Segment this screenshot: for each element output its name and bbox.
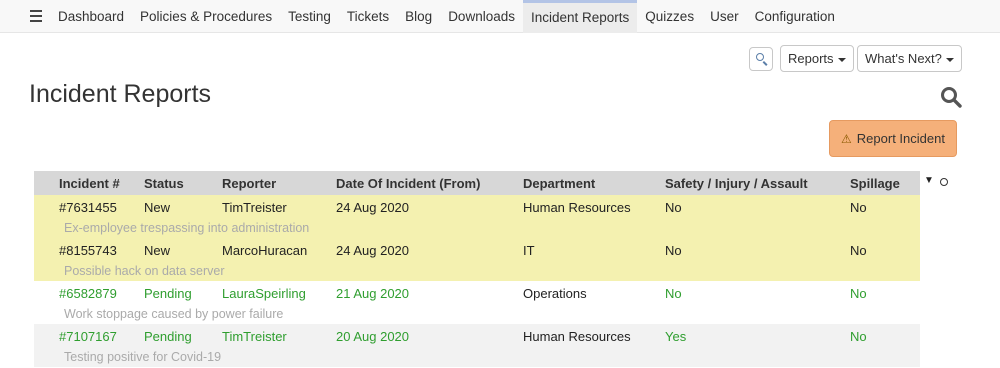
nav-item-user[interactable]: User	[702, 0, 747, 33]
incident-spillage: No	[850, 200, 867, 215]
incident-description: Work stoppage caused by power failure	[64, 307, 284, 321]
incident-id[interactable]: #7631455	[59, 200, 117, 215]
incident-reporter: TimTreister	[222, 200, 287, 215]
incident-department: Human Resources	[523, 329, 631, 344]
nav-menu: Dashboard Policies & Procedures Testing …	[50, 0, 843, 33]
column-header-incident[interactable]: Incident #	[59, 176, 120, 191]
incident-status: Pending	[144, 329, 192, 344]
incident-status: Pending	[144, 286, 192, 301]
reports-dropdown-button[interactable]: Reports	[780, 45, 854, 72]
incident-description: Testing positive for Covid-19	[64, 350, 222, 364]
warning-icon: ⚠	[841, 132, 852, 146]
incident-description: Ex-employee trespassing into administrat…	[64, 221, 310, 235]
search-button[interactable]	[749, 47, 773, 71]
column-header-reporter[interactable]: Reporter	[222, 176, 276, 191]
report-incident-label: Report Incident	[856, 131, 945, 146]
caret-down-icon	[837, 57, 846, 62]
column-header-safety[interactable]: Safety / Injury / Assault	[665, 176, 808, 191]
incident-spillage: No	[850, 286, 867, 301]
page-title: Incident Reports	[29, 80, 212, 108]
incident-spillage: No	[850, 243, 867, 258]
incident-department: Human Resources	[523, 200, 631, 215]
caret-down-icon	[945, 57, 954, 62]
nav-item-dashboard[interactable]: Dashboard	[50, 0, 132, 33]
nav-item-quizzes[interactable]: Quizzes	[637, 0, 702, 33]
table-row[interactable]: #7631455 New TimTreister 24 Aug 2020 Hum…	[34, 195, 920, 238]
incident-department: IT	[523, 243, 535, 258]
incident-safety: Yes	[665, 329, 687, 344]
nav-item-configuration[interactable]: Configuration	[747, 0, 843, 33]
incident-date: 20 Aug 2020	[336, 329, 410, 344]
table-row[interactable]: #8155743 New MarcoHuracan 24 Aug 2020 IT…	[34, 238, 920, 281]
column-header-date[interactable]: Date Of Incident (From)	[336, 176, 480, 191]
nav-item-policies-procedures[interactable]: Policies & Procedures	[132, 0, 280, 33]
column-header-status[interactable]: Status	[144, 176, 184, 191]
incident-safety: No	[665, 286, 682, 301]
incident-description: Possible hack on data server	[64, 264, 225, 278]
incident-reporter: MarcoHuracan	[222, 243, 308, 258]
column-settings-circle-icon[interactable]	[940, 178, 948, 186]
incident-id[interactable]: #7107167	[59, 329, 117, 344]
incident-date: 21 Aug 2020	[336, 286, 410, 301]
whats-next-dropdown-button[interactable]: What's Next?	[857, 45, 962, 72]
nav-item-downloads[interactable]: Downloads	[440, 0, 523, 33]
incident-status: New	[144, 243, 171, 258]
nav-item-blog[interactable]: Blog	[397, 0, 440, 33]
column-header-spillage[interactable]: Spillage	[850, 176, 900, 191]
nav-item-tickets[interactable]: Tickets	[339, 0, 397, 33]
report-incident-button[interactable]: ⚠ Report Incident	[829, 120, 957, 157]
sort-triangle-icon[interactable]: ▼	[924, 175, 934, 186]
reports-dropdown-label: Reports	[788, 51, 834, 66]
search-icon	[756, 53, 764, 61]
incident-department: Operations	[523, 286, 587, 301]
nav-item-testing[interactable]: Testing	[280, 0, 339, 33]
incident-reporter: TimTreister	[222, 329, 287, 344]
whats-next-dropdown-label: What's Next?	[865, 51, 942, 66]
incident-safety: No	[665, 200, 682, 215]
incident-spillage: No	[850, 329, 867, 344]
nav-item-incident-reports[interactable]: Incident Reports	[522, 0, 638, 33]
table-row[interactable]: #7107167 Pending TimTreister 20 Aug 2020…	[34, 324, 920, 367]
column-options: ▼	[922, 175, 952, 189]
incident-id[interactable]: #8155743	[59, 243, 117, 258]
top-navbar: Dashboard Policies & Procedures Testing …	[0, 0, 1000, 33]
incident-safety: No	[665, 243, 682, 258]
incident-reporter: LauraSpeirling	[222, 286, 306, 301]
search-magnifier-icon[interactable]	[940, 86, 962, 108]
hamburger-menu-icon[interactable]	[30, 10, 42, 22]
table-header: Incident # Status Reporter Date Of Incid…	[34, 171, 920, 195]
incident-date: 24 Aug 2020	[336, 200, 410, 215]
incident-id[interactable]: #6582879	[59, 286, 117, 301]
incident-status: New	[144, 200, 171, 215]
incident-table: Incident # Status Reporter Date Of Incid…	[34, 171, 920, 367]
column-header-department[interactable]: Department	[523, 176, 595, 191]
incident-date: 24 Aug 2020	[336, 243, 410, 258]
table-row[interactable]: #6582879 Pending LauraSpeirling 21 Aug 2…	[34, 281, 920, 324]
